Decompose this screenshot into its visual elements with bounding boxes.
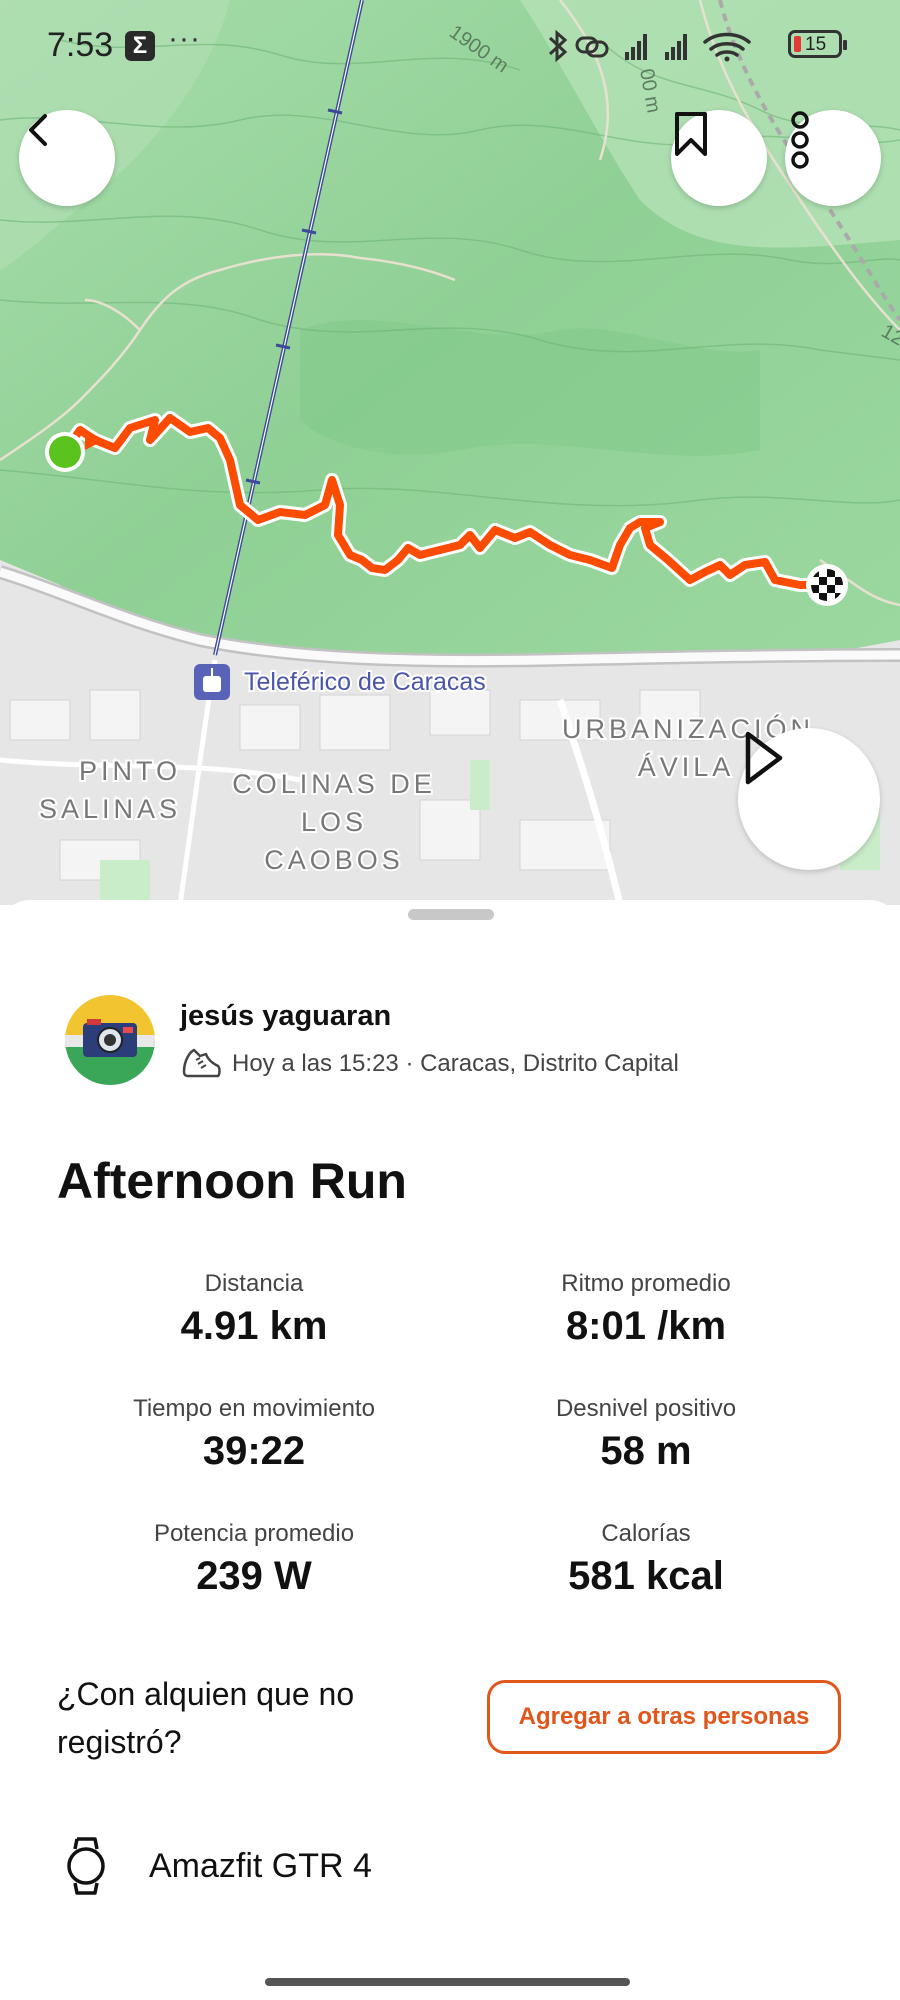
cable-car-poi-icon[interactable] [194,664,230,700]
stat-value: 58 m [600,1429,692,1473]
stat-label: Ritmo promedio [561,1270,731,1297]
stat-value: 239 W [196,1554,312,1598]
sheet-drag-handle[interactable] [408,909,494,920]
stat-label: Desnivel positivo [555,1395,737,1422]
battery-icon: 15 [788,30,847,58]
smartwatch-icon [67,1837,105,1895]
chevron-left-icon [29,114,47,146]
area-label: COLINAS DE [232,769,436,799]
area-label: ÁVILA [638,752,735,782]
untracked-partners-question: ¿Con alquien que no registró? [57,1676,355,1760]
stat-pace: Ritmo promedio 8:01 /km [466,1270,826,1349]
camera-avatar-icon [65,995,155,1085]
poi-label: Teleférico de Caracas [244,668,486,696]
add-others-button[interactable]: Agregar a otras personas [487,1680,841,1754]
battery-level: 15 [805,34,827,55]
status-bar: 7:53 Σ ··· 15 [0,0,900,92]
stat-label: Calorías [601,1520,691,1547]
stat-value: 581 kcal [568,1554,724,1598]
area-label: SALINAS [39,794,181,824]
activity-map[interactable]: 1900 m 00 m 12 Teleférico de Caracas PIN… [0,0,900,905]
more-vertical-icon [791,111,809,169]
area-label: CAOBOS [264,845,404,875]
activity-sheet: jesús yaguaran Hoy a las 15:23 · Caracas… [0,900,900,2000]
stat-label: Distancia [204,1270,304,1297]
signal-icon [625,34,647,60]
running-shoe-icon [182,1048,221,1078]
stat-label: Potencia promedio [153,1520,355,1547]
stat-elevation: Desnivel positivo 58 m [466,1395,826,1474]
stat-distance: Distancia 4.91 km [74,1270,434,1349]
stat-value: 39:22 [202,1429,306,1473]
status-icons [548,29,751,63]
play-icon [745,731,783,785]
activity-meta: Hoy a las 15:23 · Caracas, Distrito Capi… [180,1046,679,1082]
area-label: LOS [301,807,367,837]
stat-value: 8:01 /km [565,1304,727,1348]
link-icon [575,36,609,58]
play-flyover-button[interactable] [738,728,880,870]
more-notifications-icon: ··· [168,22,201,55]
status-time: 7:53 [47,26,114,64]
save-route-button[interactable] [671,110,767,206]
stat-value: 4.91 km [180,1304,328,1348]
finish-marker-icon [806,564,848,606]
wifi-icon [703,32,751,57]
area-label: PINTO [79,756,181,786]
activity-title: Afternoon Run [57,1153,407,1209]
stat-calories: Calorías 581 kcal [466,1520,826,1599]
signal-icon [665,34,687,60]
stat-label: Tiempo en movimiento [133,1395,375,1422]
home-indicator[interactable] [265,1978,630,1986]
athlete-name[interactable]: jesús yaguaran [180,1000,391,1033]
device-name: Amazfit GTR 4 [149,1846,372,1885]
avatar[interactable] [65,995,155,1085]
bookmark-icon [675,112,707,156]
stat-power: Potencia promedio 239 W [74,1520,434,1599]
activity-date-location: Hoy a las 15:23 · Caracas, Distrito Capi… [232,1050,679,1077]
bluetooth-icon [548,29,568,63]
more-options-button[interactable] [785,110,881,206]
sigma-icon: Σ [125,31,155,61]
stat-moving-time: Tiempo en movimiento 39:22 [74,1395,434,1474]
back-button[interactable] [19,110,115,206]
device-row: Amazfit GTR 4 [65,1835,372,1897]
